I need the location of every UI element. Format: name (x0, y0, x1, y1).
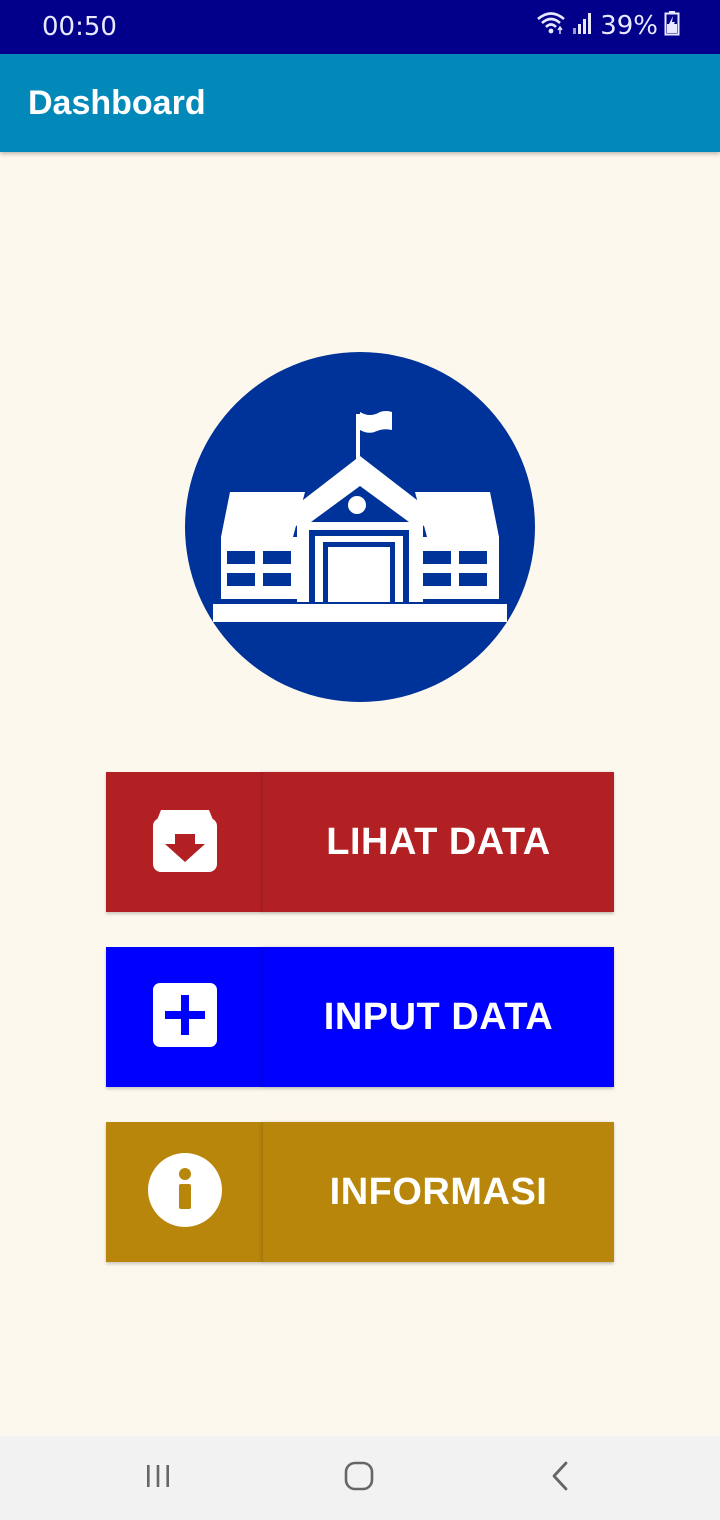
input-data-icon-cell (106, 947, 263, 1087)
informasi-label-cell: INFORMASI (263, 1122, 614, 1262)
lihat-data-icon-cell (106, 772, 263, 912)
status-time: 00:50 (42, 12, 117, 42)
battery-percent: 39% (600, 10, 658, 41)
informasi-icon-cell (106, 1122, 263, 1262)
wifi-icon (536, 10, 566, 41)
add-box-icon (151, 981, 219, 1054)
recent-apps-icon (144, 1462, 172, 1495)
informasi-button[interactable]: INFORMASI (106, 1122, 614, 1262)
lihat-data-button[interactable]: LIHAT DATA (106, 772, 614, 912)
app-bar: Dashboard (0, 54, 720, 152)
battery-charging-icon (664, 10, 680, 41)
recent-apps-button[interactable] (128, 1452, 188, 1504)
input-data-label: INPUT DATA (323, 995, 554, 1038)
home-button[interactable] (329, 1452, 389, 1504)
status-icons: 39% (536, 10, 680, 41)
status-bar: 00:50 39% (0, 0, 720, 54)
informasi-label: INFORMASI (329, 1170, 548, 1213)
school-building-icon (185, 352, 535, 702)
back-button[interactable] (530, 1452, 590, 1504)
back-icon (546, 1460, 574, 1497)
navigation-bar (0, 1436, 720, 1520)
signal-icon (572, 11, 594, 40)
lihat-data-label: LIHAT DATA (326, 820, 551, 863)
info-icon (147, 1152, 222, 1232)
home-icon (343, 1460, 375, 1497)
page-title: Dashboard (28, 84, 206, 122)
lihat-data-label-cell: LIHAT DATA (263, 772, 614, 912)
input-data-label-cell: INPUT DATA (263, 947, 614, 1087)
input-data-button[interactable]: INPUT DATA (106, 947, 614, 1087)
archive-download-icon (151, 806, 219, 879)
